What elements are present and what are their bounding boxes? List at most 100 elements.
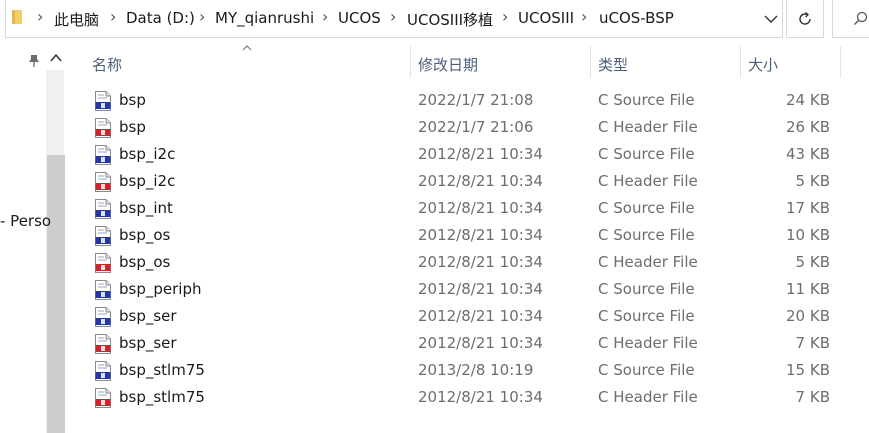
file-row[interactable]: bsp_stlm75 2012/8/21 10:34 C Header File 7 … [86, 384, 856, 411]
file-size: 11 KB [786, 280, 830, 298]
file-row[interactable]: bsp_os 2012/8/21 10:34 C Header File 5 KB [86, 249, 856, 276]
breadcrumb-ucos[interactable]: UCOS [338, 9, 381, 27]
c-header-file-icon [95, 388, 111, 408]
file-name: bsp_ser [119, 307, 177, 325]
pin-icon [29, 55, 39, 67]
file-row[interactable]: bsp_ser 2012/8/21 10:34 C Source File 20 KB [86, 303, 856, 330]
file-size: 15 KB [786, 361, 830, 379]
breadcrumb-separator-icon[interactable]: › [581, 7, 587, 26]
file-modified-date: 2012/8/21 10:34 [418, 145, 543, 163]
file-size: 43 KB [786, 145, 830, 163]
file-modified-date: 2012/8/21 10:34 [418, 307, 543, 325]
file-name: bsp_os [119, 226, 171, 244]
nav-item-personal[interactable]: - Perso [0, 212, 51, 230]
column-header-type[interactable]: 类型 [598, 54, 628, 75]
breadcrumb-ucos-bsp[interactable]: uCOS-BSP [599, 9, 674, 27]
refresh-icon [799, 11, 811, 25]
file-modified-date: 2012/8/21 10:34 [418, 172, 543, 190]
file-modified-date: 2013/2/8 10:19 [418, 361, 534, 379]
column-header-name[interactable]: 名称 [92, 54, 122, 75]
file-row[interactable]: bsp 2022/1/7 21:08 C Source File 24 KB [86, 87, 856, 114]
breadcrumb-separator-icon[interactable]: › [390, 7, 396, 26]
c-source-file-icon [95, 226, 111, 246]
breadcrumb-ucosiii-port[interactable]: UCOSIII移植 [407, 9, 493, 30]
file-size: 26 KB [786, 118, 830, 136]
file-name: bsp_stlm75 [119, 361, 205, 379]
c-source-file-icon [95, 361, 111, 381]
c-header-file-icon [95, 172, 111, 192]
file-size: 24 KB [786, 91, 830, 109]
breadcrumb-drive[interactable]: Data (D:) [126, 9, 195, 27]
file-row[interactable]: bsp_os 2012/8/21 10:34 C Source File 10 KB [86, 222, 856, 249]
file-type: C Source File [598, 199, 695, 217]
search-box[interactable] [832, 0, 869, 38]
c-header-file-icon [95, 334, 111, 354]
file-type: C Header File [598, 334, 698, 352]
breadcrumb-separator-icon[interactable]: › [37, 7, 43, 26]
file-type: C Source File [598, 361, 695, 379]
file-name: bsp_ser [119, 334, 177, 352]
file-name: bsp_int [119, 199, 173, 217]
refresh-button[interactable] [786, 0, 824, 38]
file-type: C Header File [598, 118, 698, 136]
file-modified-date: 2012/8/21 10:34 [418, 226, 543, 244]
breadcrumb-separator-icon[interactable]: › [110, 7, 116, 26]
breadcrumb-separator-icon[interactable]: › [199, 7, 205, 26]
file-type: C Source File [598, 280, 695, 298]
file-type: C Source File [598, 145, 695, 163]
file-name: bsp_i2c [119, 145, 176, 163]
file-type: C Source File [598, 91, 695, 109]
file-modified-date: 2022/1/7 21:06 [418, 118, 534, 136]
scroll-up-arrow-icon[interactable] [47, 50, 65, 66]
breadcrumb-separator-icon[interactable]: › [502, 7, 508, 26]
breadcrumb-this-pc[interactable]: 此电脑 [54, 9, 99, 30]
c-header-file-icon [95, 253, 111, 273]
file-row[interactable]: bsp_i2c 2012/8/21 10:34 C Source File 43 KB [86, 141, 856, 168]
breadcrumb-separator-icon[interactable]: › [322, 7, 328, 26]
column-divider[interactable] [590, 46, 591, 78]
search-icon [854, 11, 868, 25]
c-source-file-icon [95, 91, 111, 111]
file-type: C Header File [598, 388, 698, 406]
file-modified-date: 2012/8/21 10:34 [418, 280, 543, 298]
file-name: bsp_os [119, 253, 171, 271]
file-row[interactable]: bsp_int 2012/8/21 10:34 C Source File 17 KB [86, 195, 856, 222]
file-modified-date: 2012/8/21 10:34 [418, 199, 543, 217]
breadcrumb-ucosiii[interactable]: UCOSIII [518, 9, 574, 27]
address-bar[interactable]: › 此电脑 › Data (D:) › MY_qianrushi › UCOS … [5, 0, 783, 38]
file-size: 7 KB [795, 334, 830, 352]
file-row[interactable]: bsp_ser 2012/8/21 10:34 C Header File 7 KB [86, 330, 856, 357]
file-name: bsp_i2c [119, 172, 176, 190]
column-divider[interactable] [740, 46, 741, 78]
file-type: C Header File [598, 172, 698, 190]
column-divider[interactable] [840, 46, 841, 78]
file-name: bsp_periph [119, 280, 202, 298]
file-modified-date: 2012/8/21 10:34 [418, 388, 543, 406]
file-size: 5 KB [795, 253, 830, 271]
c-source-file-icon [95, 307, 111, 327]
column-header-modified[interactable]: 修改日期 [418, 54, 478, 75]
file-size: 17 KB [786, 199, 830, 217]
file-row[interactable]: bsp_i2c 2012/8/21 10:34 C Header File 5 KB [86, 168, 856, 195]
breadcrumb-my-qianrushi[interactable]: MY_qianrushi [215, 9, 314, 27]
column-divider[interactable] [410, 46, 411, 78]
folder-icon [12, 10, 22, 24]
file-row[interactable]: bsp 2022/1/7 21:06 C Header File 26 KB [86, 114, 856, 141]
c-source-file-icon [95, 280, 111, 300]
file-size: 10 KB [786, 226, 830, 244]
file-size: 5 KB [795, 172, 830, 190]
file-name: bsp_stlm75 [119, 388, 205, 406]
file-modified-date: 2012/8/21 10:34 [418, 253, 543, 271]
nav-scrollbar-thumb[interactable] [47, 155, 65, 433]
file-size: 7 KB [795, 388, 830, 406]
file-name: bsp [119, 91, 146, 109]
column-header-size[interactable]: 大小 [748, 54, 778, 75]
file-type: C Source File [598, 226, 695, 244]
chevron-down-icon[interactable] [761, 10, 781, 28]
file-row[interactable]: bsp_stlm75 2013/2/8 10:19 C Source File 15 … [86, 357, 856, 384]
file-row[interactable]: bsp_periph 2012/8/21 10:34 C Source File 11… [86, 276, 856, 303]
c-source-file-icon [95, 199, 111, 219]
file-type: C Header File [598, 253, 698, 271]
file-modified-date: 2022/1/7 21:08 [418, 91, 534, 109]
c-source-file-icon [95, 145, 111, 165]
